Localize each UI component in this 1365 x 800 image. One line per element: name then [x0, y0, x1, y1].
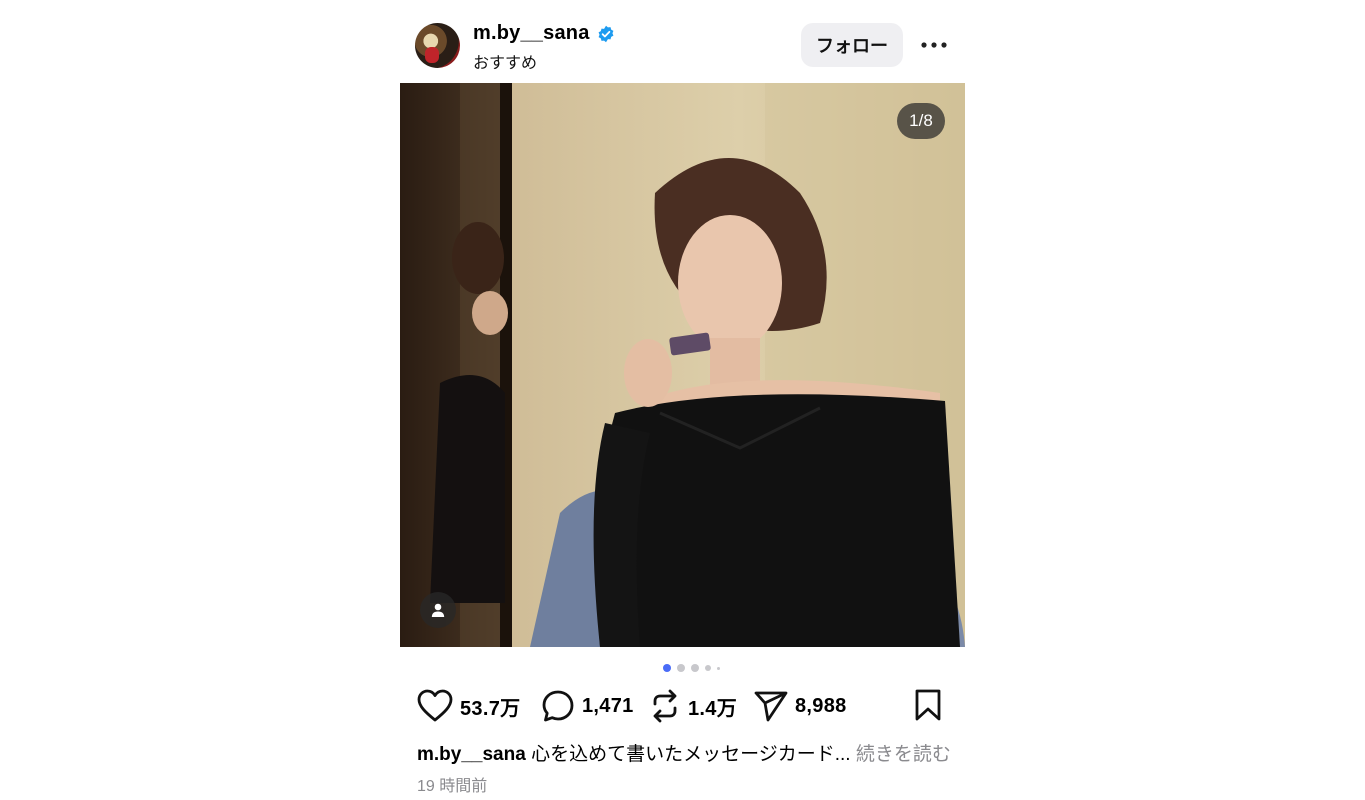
repost-button[interactable]: 1.4万: [649, 686, 737, 726]
carousel-dot-active: [663, 664, 671, 672]
bookmark-icon[interactable]: [914, 689, 942, 726]
carousel-dot: [691, 664, 699, 672]
share-count: 8,988: [795, 694, 847, 717]
like-count: 53.7万: [460, 697, 521, 720]
like-button[interactable]: 53.7万: [417, 686, 520, 726]
follow-button[interactable]: フォロー: [801, 23, 903, 67]
more-options-icon[interactable]: [918, 30, 950, 60]
send-icon: [754, 691, 788, 722]
comment-button[interactable]: 1,471: [541, 686, 634, 726]
carousel-dot: [705, 665, 711, 671]
avatar[interactable]: [415, 23, 460, 68]
photo-illustration: [400, 83, 965, 647]
carousel-dots: [663, 664, 720, 672]
recommendation-label: おすすめ: [473, 55, 538, 72]
caption: m.by__sana 心を込めて書いたメッセージカード... 続きを読む: [417, 739, 951, 766]
user-tag-icon[interactable]: [420, 592, 456, 628]
action-bar: 53.7万 1,471 1.4万 8,988: [417, 686, 947, 726]
caption-text: 心を込めて書いたメッセージカード...: [525, 744, 856, 765]
carousel-dot: [717, 666, 720, 670]
comment-icon: [542, 690, 574, 722]
repost-icon: [653, 689, 677, 723]
post-header: m.by__sana おすすめ フォロー: [400, 0, 965, 83]
heart-icon: [417, 689, 453, 722]
verified-badge-icon: [597, 25, 615, 43]
username-row[interactable]: m.by__sana: [473, 22, 615, 45]
carousel-dot: [677, 664, 685, 672]
comment-count: 1,471: [582, 694, 634, 717]
caption-username[interactable]: m.by__sana: [417, 744, 526, 765]
post-image[interactable]: 1/8: [400, 83, 965, 647]
post-timestamp: 19 時間前: [417, 778, 488, 795]
read-more-link[interactable]: 続きを読む: [856, 744, 951, 765]
post-card: m.by__sana おすすめ フォロー 1/8 53.7万 1,471 1.4…: [400, 0, 965, 800]
username[interactable]: m.by__sana: [473, 22, 590, 45]
share-button[interactable]: 8,988: [754, 686, 847, 726]
image-counter: 1/8: [897, 103, 945, 139]
repost-count: 1.4万: [688, 697, 738, 720]
